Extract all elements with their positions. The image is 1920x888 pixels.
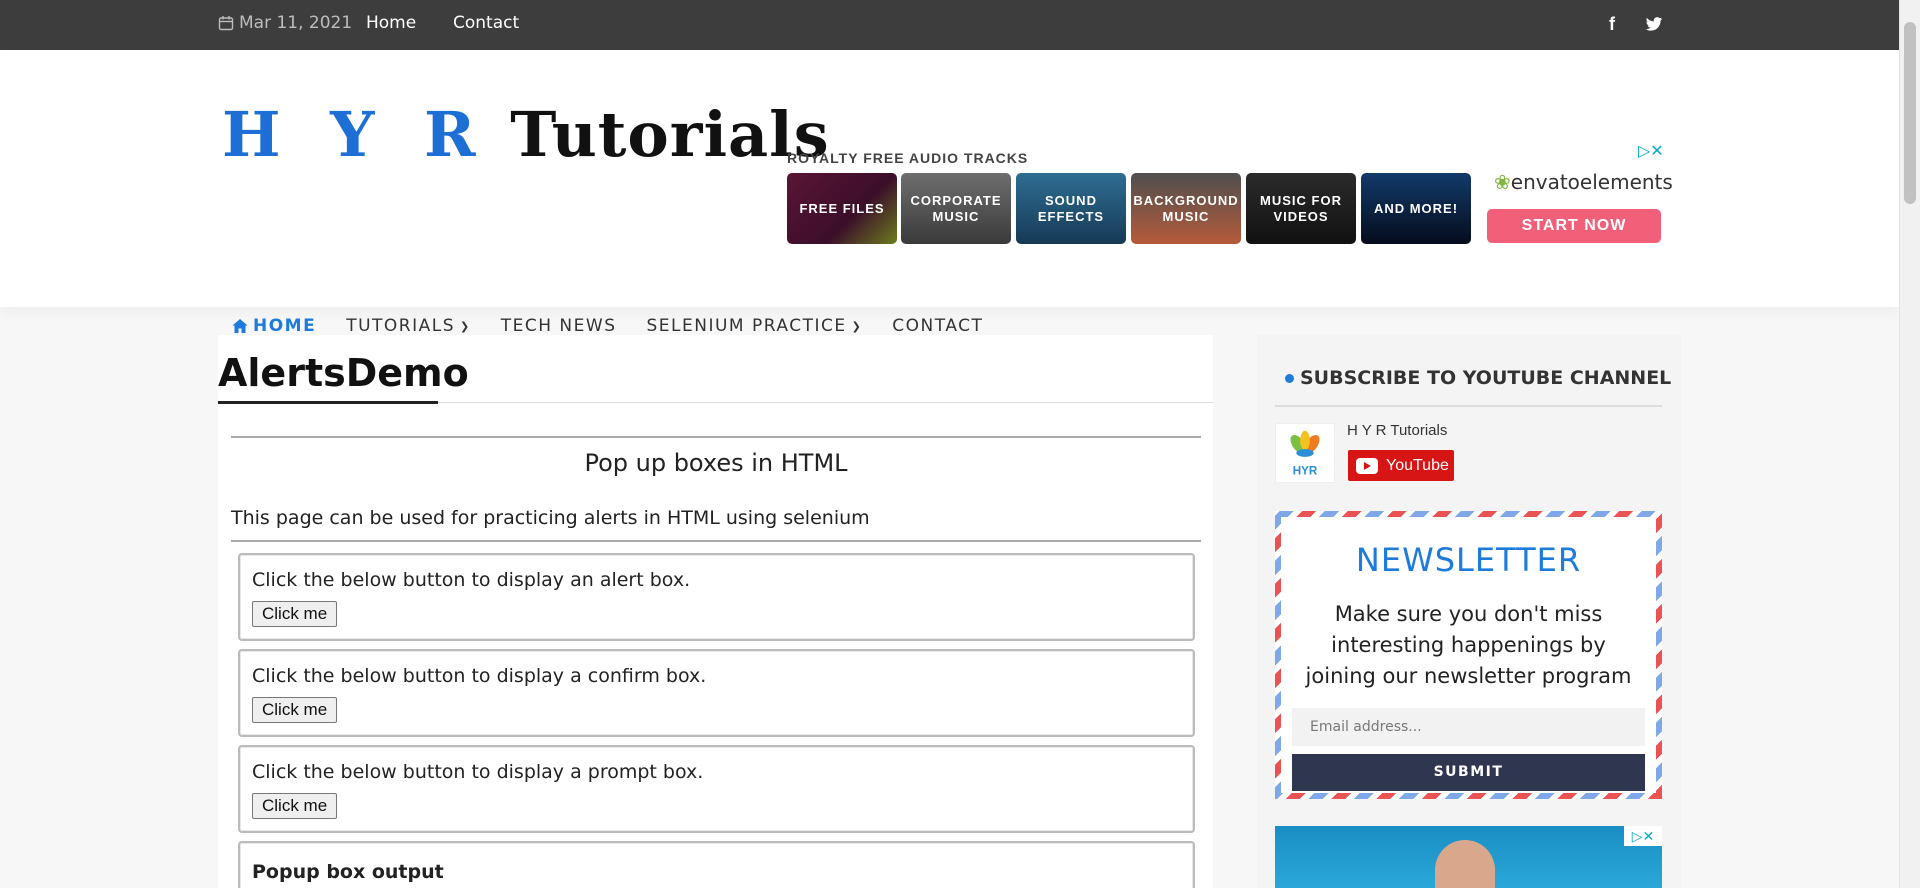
ad-tile-free-files[interactable]: FREE FILES bbox=[787, 173, 897, 244]
youtube-subscribe-button[interactable]: YouTube bbox=[1348, 450, 1454, 481]
channel-name[interactable]: H Y R Tutorials bbox=[1347, 422, 1447, 439]
adchoices-icon[interactable]: ▷✕ bbox=[1624, 826, 1662, 846]
divider bbox=[231, 436, 1201, 438]
sidebar: SUBSCRIBE TO YOUTUBE CHANNEL HYR H Y R T… bbox=[1257, 335, 1681, 888]
svg-text:HYR: HYR bbox=[1293, 464, 1318, 477]
page-title: AlertsDemo bbox=[218, 351, 469, 395]
twitter-icon[interactable] bbox=[1644, 14, 1664, 34]
alert-box-section: Click the below button to display an ale… bbox=[238, 553, 1195, 641]
scrollbar-thumb[interactable] bbox=[1904, 22, 1916, 204]
home-icon bbox=[232, 319, 248, 333]
ad-image bbox=[1435, 840, 1495, 888]
ad-tile-background-music[interactable]: BACKGROUND MUSIC bbox=[1131, 173, 1241, 244]
email-input[interactable]: Email address... bbox=[1292, 708, 1645, 746]
main-content: AlertsDemo Pop up boxes in HTML This pag… bbox=[218, 335, 1213, 888]
divider bbox=[231, 540, 1201, 542]
submit-button[interactable]: SUBMIT bbox=[1292, 754, 1645, 791]
ad-tile-sound-effects[interactable]: SOUND EFFECTS bbox=[1016, 173, 1126, 244]
newsletter-title: NEWSLETTER bbox=[1355, 541, 1582, 579]
newsletter-text: Make sure you don't miss interesting hap… bbox=[1305, 602, 1632, 688]
adchoices-icon[interactable]: ▷✕ bbox=[1638, 141, 1664, 161]
alert-button[interactable]: Click me bbox=[252, 601, 338, 627]
logo-hyr: H Y R bbox=[222, 98, 490, 171]
top-bar: Mar 11, 2021 Home Contact f bbox=[0, 0, 1899, 50]
topbar-contact-link[interactable]: Contact bbox=[453, 13, 519, 33]
confirm-label: Click the below button to display a conf… bbox=[252, 665, 707, 687]
audio-ad-banner[interactable]: ROYALTY FREE AUDIO TRACKS FREE FILES COR… bbox=[786, 143, 1676, 253]
confirm-button[interactable]: Click me bbox=[252, 697, 338, 723]
title-underline bbox=[218, 401, 438, 404]
nav-home[interactable]: HOME bbox=[232, 316, 316, 336]
prompt-box-section: Click the below button to display a prom… bbox=[238, 745, 1195, 833]
output-label: Popup box output bbox=[252, 861, 444, 883]
nav-tutorials[interactable]: TUTORIALS ❯ bbox=[346, 316, 471, 336]
sidebar-ad[interactable]: ▷✕ bbox=[1275, 826, 1662, 888]
chevron-down-icon: ❯ bbox=[460, 319, 471, 333]
date-text: Mar 11, 2021 bbox=[239, 13, 353, 33]
youtube-widget-title: SUBSCRIBE TO YOUTUBE CHANNEL bbox=[1285, 367, 1671, 389]
site-logo[interactable]: H Y R Tutorials bbox=[222, 98, 830, 171]
popup-heading: Pop up boxes in HTML bbox=[584, 449, 848, 477]
ad-title: ROYALTY FREE AUDIO TRACKS bbox=[787, 150, 1029, 166]
output-section: Popup box output bbox=[238, 841, 1195, 888]
leaf-icon: ❀ bbox=[1494, 170, 1511, 194]
chevron-down-icon: ❯ bbox=[851, 319, 863, 333]
ad-tile-corporate-music[interactable]: CORPORATE MUSIC bbox=[901, 173, 1011, 244]
topbar-home-link[interactable]: Home bbox=[366, 13, 416, 33]
ad-tile-and-more[interactable]: AND MORE! bbox=[1361, 173, 1471, 244]
alert-label: Click the below button to display an ale… bbox=[252, 569, 691, 591]
youtube-icon bbox=[1356, 457, 1378, 474]
calendar-icon bbox=[218, 16, 234, 31]
bullet-icon bbox=[1285, 373, 1294, 383]
facebook-icon[interactable]: f bbox=[1602, 14, 1622, 34]
newsletter-widget: NEWSLETTER Make sure you don't miss inte… bbox=[1275, 511, 1662, 799]
channel-logo[interactable]: HYR bbox=[1275, 423, 1335, 483]
confirm-box-section: Click the below button to display a conf… bbox=[238, 649, 1195, 737]
site-header: H Y R Tutorials ROYALTY FREE AUDIO TRACK… bbox=[0, 50, 1899, 336]
start-now-button[interactable]: START NOW bbox=[1487, 209, 1661, 243]
date-display: Mar 11, 2021 bbox=[218, 13, 352, 33]
intro-text: This page can be used for practicing ale… bbox=[231, 507, 870, 529]
widget-divider bbox=[1275, 405, 1662, 407]
page-scrollbar[interactable] bbox=[1899, 0, 1920, 888]
nav-selenium-practice[interactable]: SELENIUM PRACTICE ❯ bbox=[647, 316, 863, 336]
envato-logo: ❀envatoelements bbox=[1494, 170, 1673, 194]
nav-contact[interactable]: CONTACT bbox=[892, 316, 983, 336]
prompt-label: Click the below button to display a prom… bbox=[252, 761, 704, 783]
nav-tech-news[interactable]: TECH NEWS bbox=[501, 316, 617, 336]
prompt-button[interactable]: Click me bbox=[252, 793, 338, 819]
logo-tutorials: Tutorials bbox=[510, 98, 830, 171]
ad-tile-music-videos[interactable]: MUSIC FOR VIDEOS bbox=[1246, 173, 1356, 244]
